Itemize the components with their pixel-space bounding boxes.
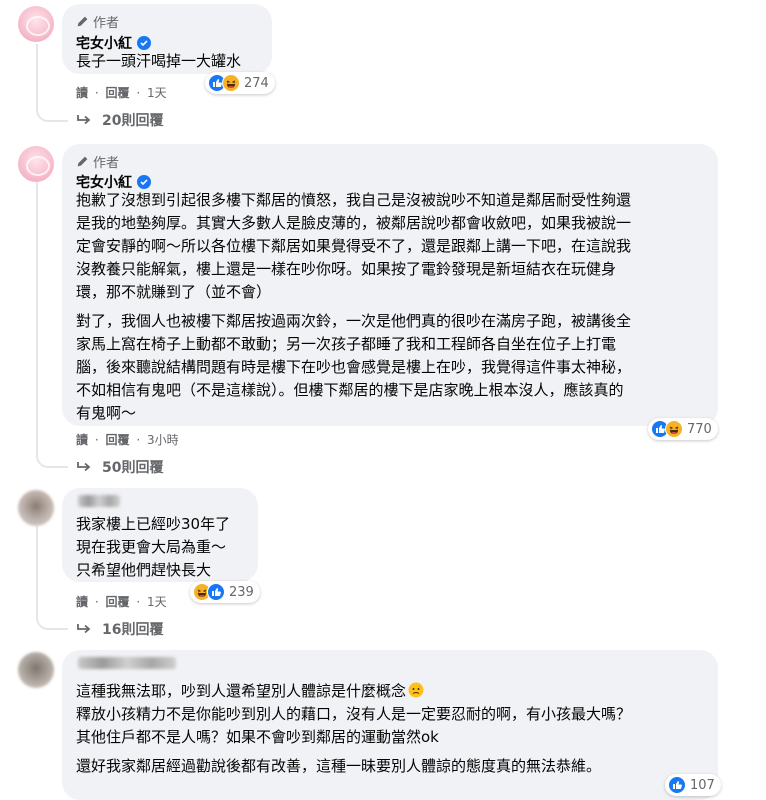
- like-reaction-icon: [668, 776, 686, 794]
- reaction-summary[interactable]: 239: [190, 581, 260, 603]
- comment-actions: 讀 · 回覆 · 3小時: [76, 431, 179, 448]
- haha-reaction-icon: [222, 74, 240, 92]
- comment-text: 我家樓上已經吵30年了 現在我更會大局為重～ 只希望他們趕快長大: [76, 515, 231, 579]
- view-replies-link[interactable]: 50則回覆: [76, 457, 163, 477]
- timestamp[interactable]: 3小時: [147, 431, 179, 448]
- reaction-summary[interactable]: 107: [665, 774, 721, 796]
- reaction-count: 107: [690, 777, 715, 793]
- comment-actions: 讀 · 回覆 · 1天: [76, 593, 167, 610]
- reply-button[interactable]: 回覆: [106, 593, 130, 610]
- comment-paragraph: 還好我家鄰居經過勸說後都有改善，這種一昧要別人體諒的態度真的無法恭維。: [76, 757, 602, 775]
- reaction-count: 770: [687, 421, 712, 437]
- like-reaction-icon: [207, 583, 225, 601]
- haha-reaction-icon: [665, 420, 683, 438]
- read-button[interactable]: 讀: [76, 593, 88, 610]
- timestamp[interactable]: 1天: [147, 593, 167, 610]
- comment-actions: 讀 · 回覆 · 1天: [76, 84, 167, 101]
- reply-arrow-icon: [77, 115, 91, 125]
- verified-badge-icon: [137, 36, 151, 50]
- avatar[interactable]: [18, 6, 54, 42]
- thread-line-curve: [36, 440, 68, 468]
- reaction-count: 239: [229, 584, 254, 600]
- author-tag-label: 作者: [93, 16, 120, 31]
- thread-line: [36, 526, 38, 616]
- reply-button[interactable]: 回覆: [106, 84, 130, 101]
- reaction-count: 274: [244, 75, 269, 91]
- author-tag: 作者: [76, 12, 119, 31]
- reaction-summary[interactable]: 770: [648, 418, 718, 440]
- read-button[interactable]: 讀: [76, 84, 88, 101]
- avatar[interactable]: [18, 490, 54, 526]
- pencil-icon: [77, 156, 88, 167]
- reaction-summary[interactable]: 274: [205, 72, 275, 94]
- author-tag: 作者: [76, 152, 119, 171]
- reply-arrow-icon: [77, 462, 91, 472]
- thread-line: [36, 182, 38, 450]
- redacted-commenter-name[interactable]: [78, 495, 120, 507]
- comment-paragraph: 對了，我個人也被樓下鄰居按過兩次鈴，一次是他們真的很吵在滿房子跑，被講後全 家馬…: [76, 312, 632, 422]
- read-button[interactable]: 讀: [76, 431, 88, 448]
- pencil-icon: [77, 16, 88, 27]
- reply-button[interactable]: 回覆: [106, 431, 130, 448]
- avatar[interactable]: [18, 146, 54, 182]
- view-replies-link[interactable]: 20則回覆: [76, 110, 163, 130]
- view-replies-link[interactable]: 16則回覆: [76, 619, 163, 639]
- thread-line-curve: [36, 100, 68, 122]
- comment-paragraph: 這種我無法耶，吵到人還希望別人體諒是什麼概念 釋放小孩精力不是你能吵到別人的藉口…: [76, 682, 632, 746]
- author-tag-label: 作者: [93, 156, 120, 171]
- thread-line-curve: [36, 606, 68, 630]
- reply-arrow-icon: [77, 624, 91, 634]
- verified-badge-icon: [137, 175, 151, 189]
- comment-paragraph: 抱歉了沒想到引起很多樓下鄰居的憤怒，我自己是沒被說吵不知道是鄰居耐受性夠還 是我…: [76, 191, 632, 301]
- timestamp[interactable]: 1天: [147, 84, 167, 101]
- comment-text: 長子一頭汗喝掉一大罐水: [76, 52, 242, 70]
- avatar[interactable]: [18, 652, 54, 688]
- anxious-face-emoji: [408, 682, 424, 698]
- redacted-commenter-name[interactable]: [78, 657, 176, 669]
